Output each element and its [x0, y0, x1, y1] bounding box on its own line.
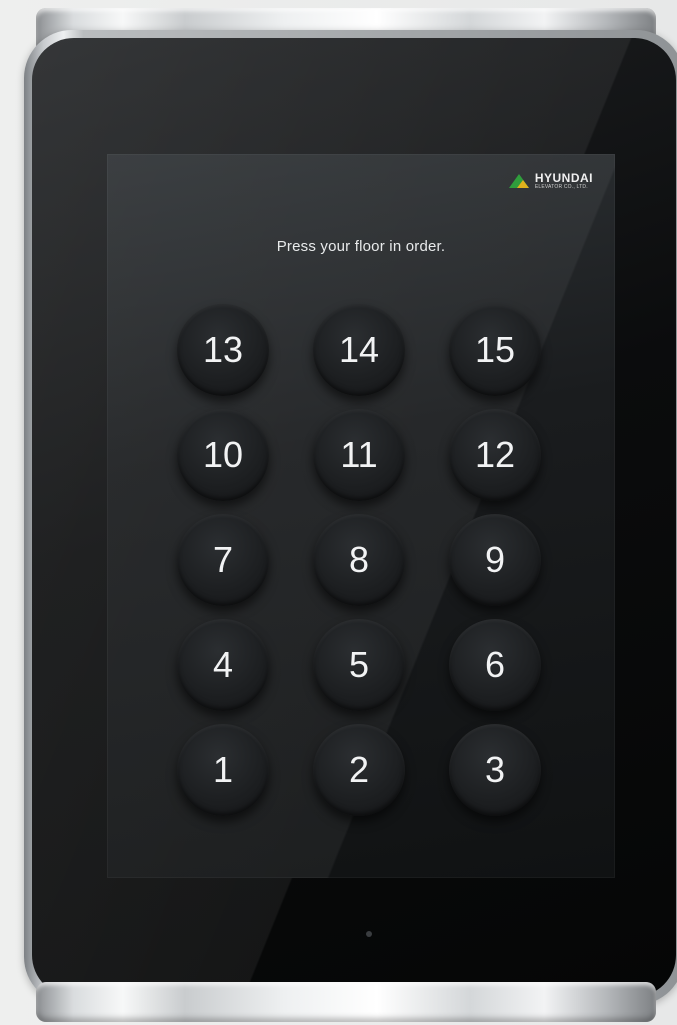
floor-button-2[interactable]: 2	[313, 724, 405, 816]
touch-screen: HYUNDAI ELEVATOR CO., LTD. Press your fl…	[107, 154, 615, 878]
elevator-panel: HYUNDAI ELEVATOR CO., LTD. Press your fl…	[24, 30, 677, 1005]
floor-button-7[interactable]: 7	[177, 514, 269, 606]
instruction-text: Press your floor in order.	[276, 238, 446, 255]
floor-button-15[interactable]: 15	[449, 304, 541, 396]
stage: HYUNDAI ELEVATOR CO., LTD. Press your fl…	[0, 0, 677, 1025]
floor-button-3[interactable]: 3	[449, 724, 541, 816]
proximity-sensor-dot	[366, 931, 372, 937]
floor-button-12[interactable]: 12	[449, 409, 541, 501]
floor-button-10[interactable]: 10	[177, 409, 269, 501]
floor-button-14[interactable]: 14	[313, 304, 405, 396]
brand-subtitle: ELEVATOR CO., LTD.	[534, 184, 588, 190]
floor-button-11[interactable]: 11	[313, 409, 405, 501]
brand-name: HYUNDAI	[534, 171, 593, 185]
floor-button-6[interactable]: 6	[449, 619, 541, 711]
floor-button-5[interactable]: 5	[313, 619, 405, 711]
floor-keypad: 13 14 15 10 11 12 7 8 9 4 5 6 1 2 3	[177, 304, 547, 816]
floor-button-4[interactable]: 4	[177, 619, 269, 711]
brand-logo: HYUNDAI ELEVATOR CO., LTD.	[508, 172, 593, 190]
floor-button-9[interactable]: 9	[449, 514, 541, 606]
brand-text: HYUNDAI ELEVATOR CO., LTD.	[535, 172, 593, 190]
floor-button-13[interactable]: 13	[177, 304, 269, 396]
glass-face: HYUNDAI ELEVATOR CO., LTD. Press your fl…	[32, 38, 676, 997]
hyundai-logo-icon	[508, 174, 529, 188]
floor-button-1[interactable]: 1	[177, 724, 269, 816]
floor-button-8[interactable]: 8	[313, 514, 405, 606]
bottom-metal-cap	[36, 982, 656, 1022]
